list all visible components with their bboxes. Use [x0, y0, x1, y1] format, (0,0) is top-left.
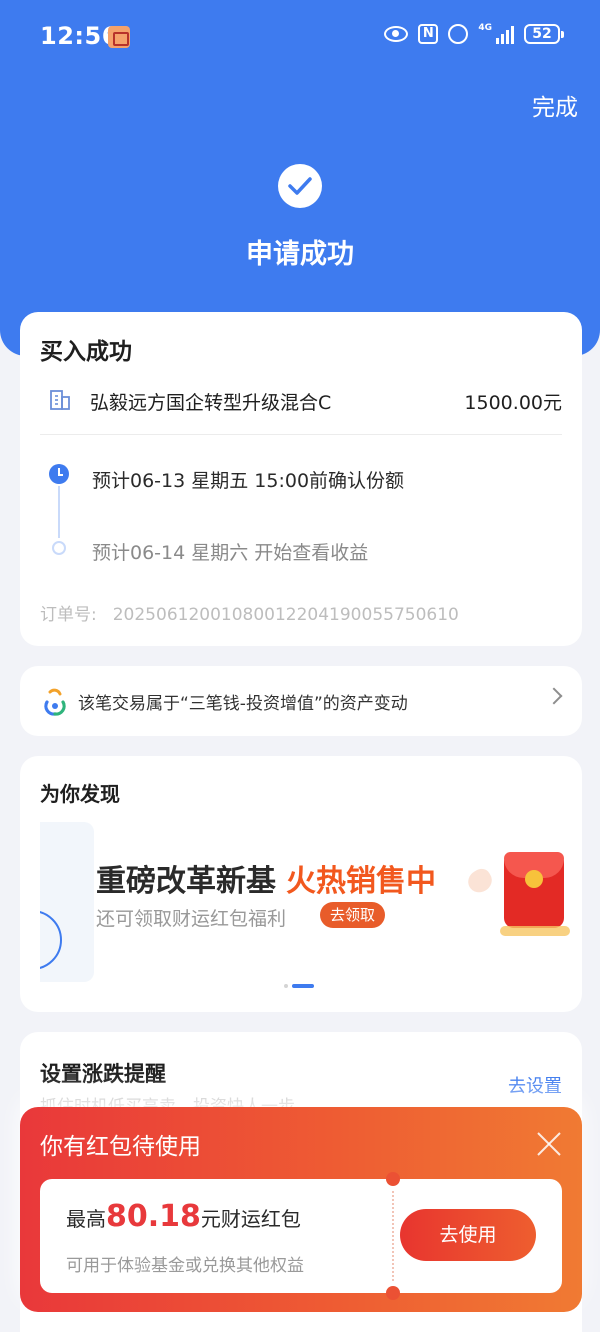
purchase-amount: 1500.00元: [464, 392, 562, 414]
nfc-icon: N: [418, 24, 439, 44]
eye-icon: [384, 26, 409, 42]
status-icons: N 4G 52: [384, 24, 564, 44]
coupon-suffix: 元财运红包: [200, 1207, 301, 1231]
coupon-headline: 最高80.18元财运红包: [66, 1199, 301, 1234]
red-packet-popup: 你有红包待使用 最高80.18元财运红包 可用于体验基金或兑换其他权益 去使用: [20, 1107, 582, 1312]
timeline-dot: [52, 541, 66, 555]
discover-card: 为你发现 重磅改革新基 火热销售中 还可领取财运红包福利 去领取: [20, 756, 582, 1012]
coupon-amount: 80.18: [106, 1199, 201, 1234]
banner-headline[interactable]: 重磅改革新基 火热销售中: [96, 856, 436, 900]
banner-subtitle: 还可领取财运红包福利: [96, 908, 287, 930]
price-alert-title: 设置涨跌提醒: [40, 1062, 166, 1086]
status-bar: 12:56 N 4G 52: [0, 0, 600, 72]
clock-icon: [49, 464, 69, 484]
banner-hot: 火热销售中: [286, 864, 436, 899]
order-value: 20250612001080012204190055750610: [112, 605, 459, 625]
done-button[interactable]: 完成: [532, 88, 578, 122]
coupon-notch: [386, 1172, 400, 1186]
banner-title: 重磅改革新基: [96, 864, 276, 899]
carousel-indicator: [284, 984, 314, 988]
popup-title: 你有红包待使用: [40, 1134, 201, 1160]
discover-title: 为你发现: [40, 782, 120, 806]
coupon-card: 最高80.18元财运红包 可用于体验基金或兑换其他权益 去使用: [40, 1172, 562, 1300]
coupon-notch: [386, 1286, 400, 1300]
asset-change-text: 该笔交易属于“三笔钱-投资增值”的资产变动: [78, 694, 408, 714]
order-label: 订单号:: [40, 605, 97, 625]
use-coupon-button[interactable]: 去使用: [400, 1209, 536, 1261]
app-notification-icon: [108, 26, 130, 48]
chevron-right-icon: [545, 687, 563, 705]
banner-previous-slide[interactable]: [40, 822, 94, 982]
check-icon: [278, 164, 322, 208]
alarm-icon: [448, 24, 469, 44]
network-type: 4G: [478, 23, 492, 33]
coupon-description: 可用于体验基金或兑换其他权益: [66, 1256, 304, 1276]
timeline-step-earnings: 预计06-14 星期六 开始查看收益: [92, 542, 369, 564]
close-icon[interactable]: [536, 1131, 562, 1157]
purchase-card: 买入成功 弘毅远方国企转型升级混合C 1500.00元 预计06-13 星期五 …: [20, 312, 582, 646]
order-number: 订单号: 20250612001080012204190055750610: [40, 600, 459, 625]
red-envelope-icon: [504, 852, 564, 928]
timeline-step-confirm: 预计06-13 星期五 15:00前确认份额: [92, 470, 405, 492]
page-title: 申请成功: [246, 239, 354, 270]
asset-change-link[interactable]: 该笔交易属于“三笔钱-投资增值”的资产变动: [20, 666, 582, 736]
fund-name[interactable]: 弘毅远方国企转型升级混合C: [90, 388, 331, 415]
purchase-title: 买入成功: [40, 339, 132, 365]
divider: [40, 434, 562, 435]
coupon-perforation: [392, 1191, 394, 1281]
signal-icon: 4G: [478, 24, 514, 44]
claim-button[interactable]: 去领取: [320, 902, 386, 928]
carousel-dot: [284, 984, 288, 988]
coupon-prefix: 最高: [66, 1207, 106, 1231]
building-icon: [50, 390, 70, 410]
battery-icon: 52: [524, 24, 564, 44]
hand-icon: [464, 865, 496, 897]
coins-icon: [500, 926, 570, 936]
carousel-dot-active: [292, 984, 314, 988]
timeline-line: [58, 486, 60, 538]
three-funds-icon: [44, 688, 66, 716]
set-alert-button[interactable]: 去设置: [508, 1072, 562, 1098]
